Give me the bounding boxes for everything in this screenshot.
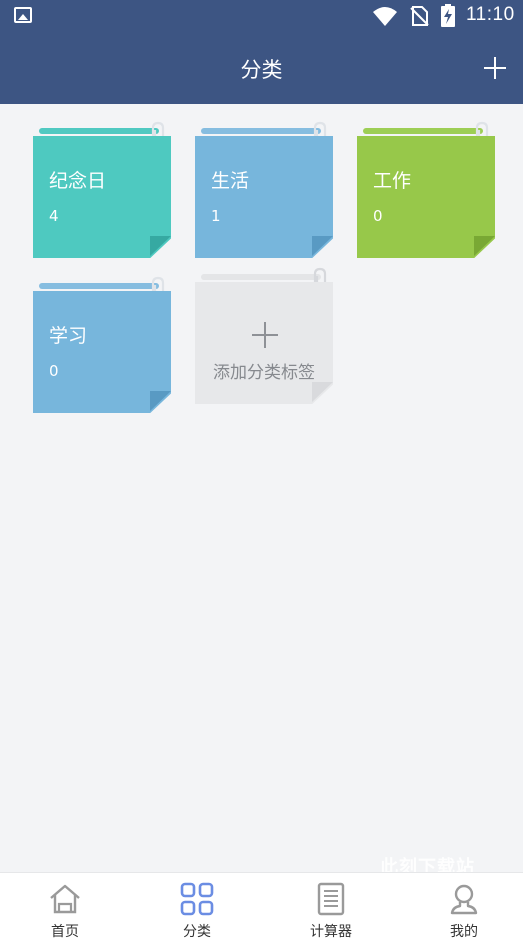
nav-item-home[interactable]: 首页 [0, 873, 130, 939]
category-name: 学习 [49, 325, 88, 347]
card-tab [39, 283, 159, 289]
card-body: 学习 0 [33, 291, 171, 413]
category-card-life[interactable]: 生活 1 [195, 121, 333, 260]
app-header: 分类 [0, 32, 523, 104]
nav-label: 首页 [51, 924, 79, 939]
card-body: 生活 1 [195, 136, 333, 258]
add-category-card[interactable]: 添加分类标签 [195, 267, 333, 406]
nav-label: 分类 [183, 924, 211, 939]
card-body: 添加分类标签 [195, 282, 333, 404]
status-bar: 11:10 [0, 0, 523, 32]
image-icon [14, 7, 32, 23]
add-category-button[interactable] [483, 56, 507, 80]
grid-icon [180, 882, 214, 916]
category-card-study[interactable]: 学习 0 [33, 276, 171, 415]
page-fold [150, 391, 171, 411]
nav-item-calculator[interactable]: 计算器 [266, 873, 396, 939]
battery-charging-icon [441, 4, 455, 27]
nav-item-category[interactable]: 分类 [132, 873, 262, 939]
add-category-label: 添加分类标签 [213, 363, 315, 383]
no-sim-icon [410, 6, 429, 26]
category-card-anniversary[interactable]: 纪念日 4 [33, 121, 171, 260]
home-icon [50, 884, 80, 914]
card-tab [363, 128, 483, 134]
plus-icon [252, 322, 278, 348]
card-body: 工作 0 [357, 136, 495, 258]
clock: 11:10 [466, 4, 515, 25]
category-count: 4 [49, 207, 59, 225]
card-body: 纪念日 4 [33, 136, 171, 258]
nav-label: 我的 [450, 924, 478, 939]
page-fold [312, 382, 333, 402]
person-icon [450, 884, 478, 915]
page-title: 分类 [240, 58, 283, 82]
category-count: 1 [211, 207, 221, 225]
document-icon [317, 882, 345, 916]
category-name: 生活 [211, 170, 250, 192]
page-fold [150, 236, 171, 256]
wifi-icon [373, 7, 397, 26]
page-fold [312, 236, 333, 256]
category-card-work[interactable]: 工作 0 [357, 121, 495, 260]
bottom-nav: 首页 分类 计算器 我的 [0, 872, 523, 939]
card-tab [39, 128, 159, 134]
category-name: 工作 [373, 170, 412, 192]
category-name: 纪念日 [49, 170, 107, 192]
page-fold [474, 236, 495, 256]
card-tab [201, 128, 321, 134]
category-count: 0 [49, 362, 59, 380]
card-tab [201, 274, 321, 280]
category-count: 0 [373, 207, 383, 225]
nav-label: 计算器 [310, 924, 352, 939]
nav-item-mine[interactable]: 我的 [399, 873, 523, 939]
